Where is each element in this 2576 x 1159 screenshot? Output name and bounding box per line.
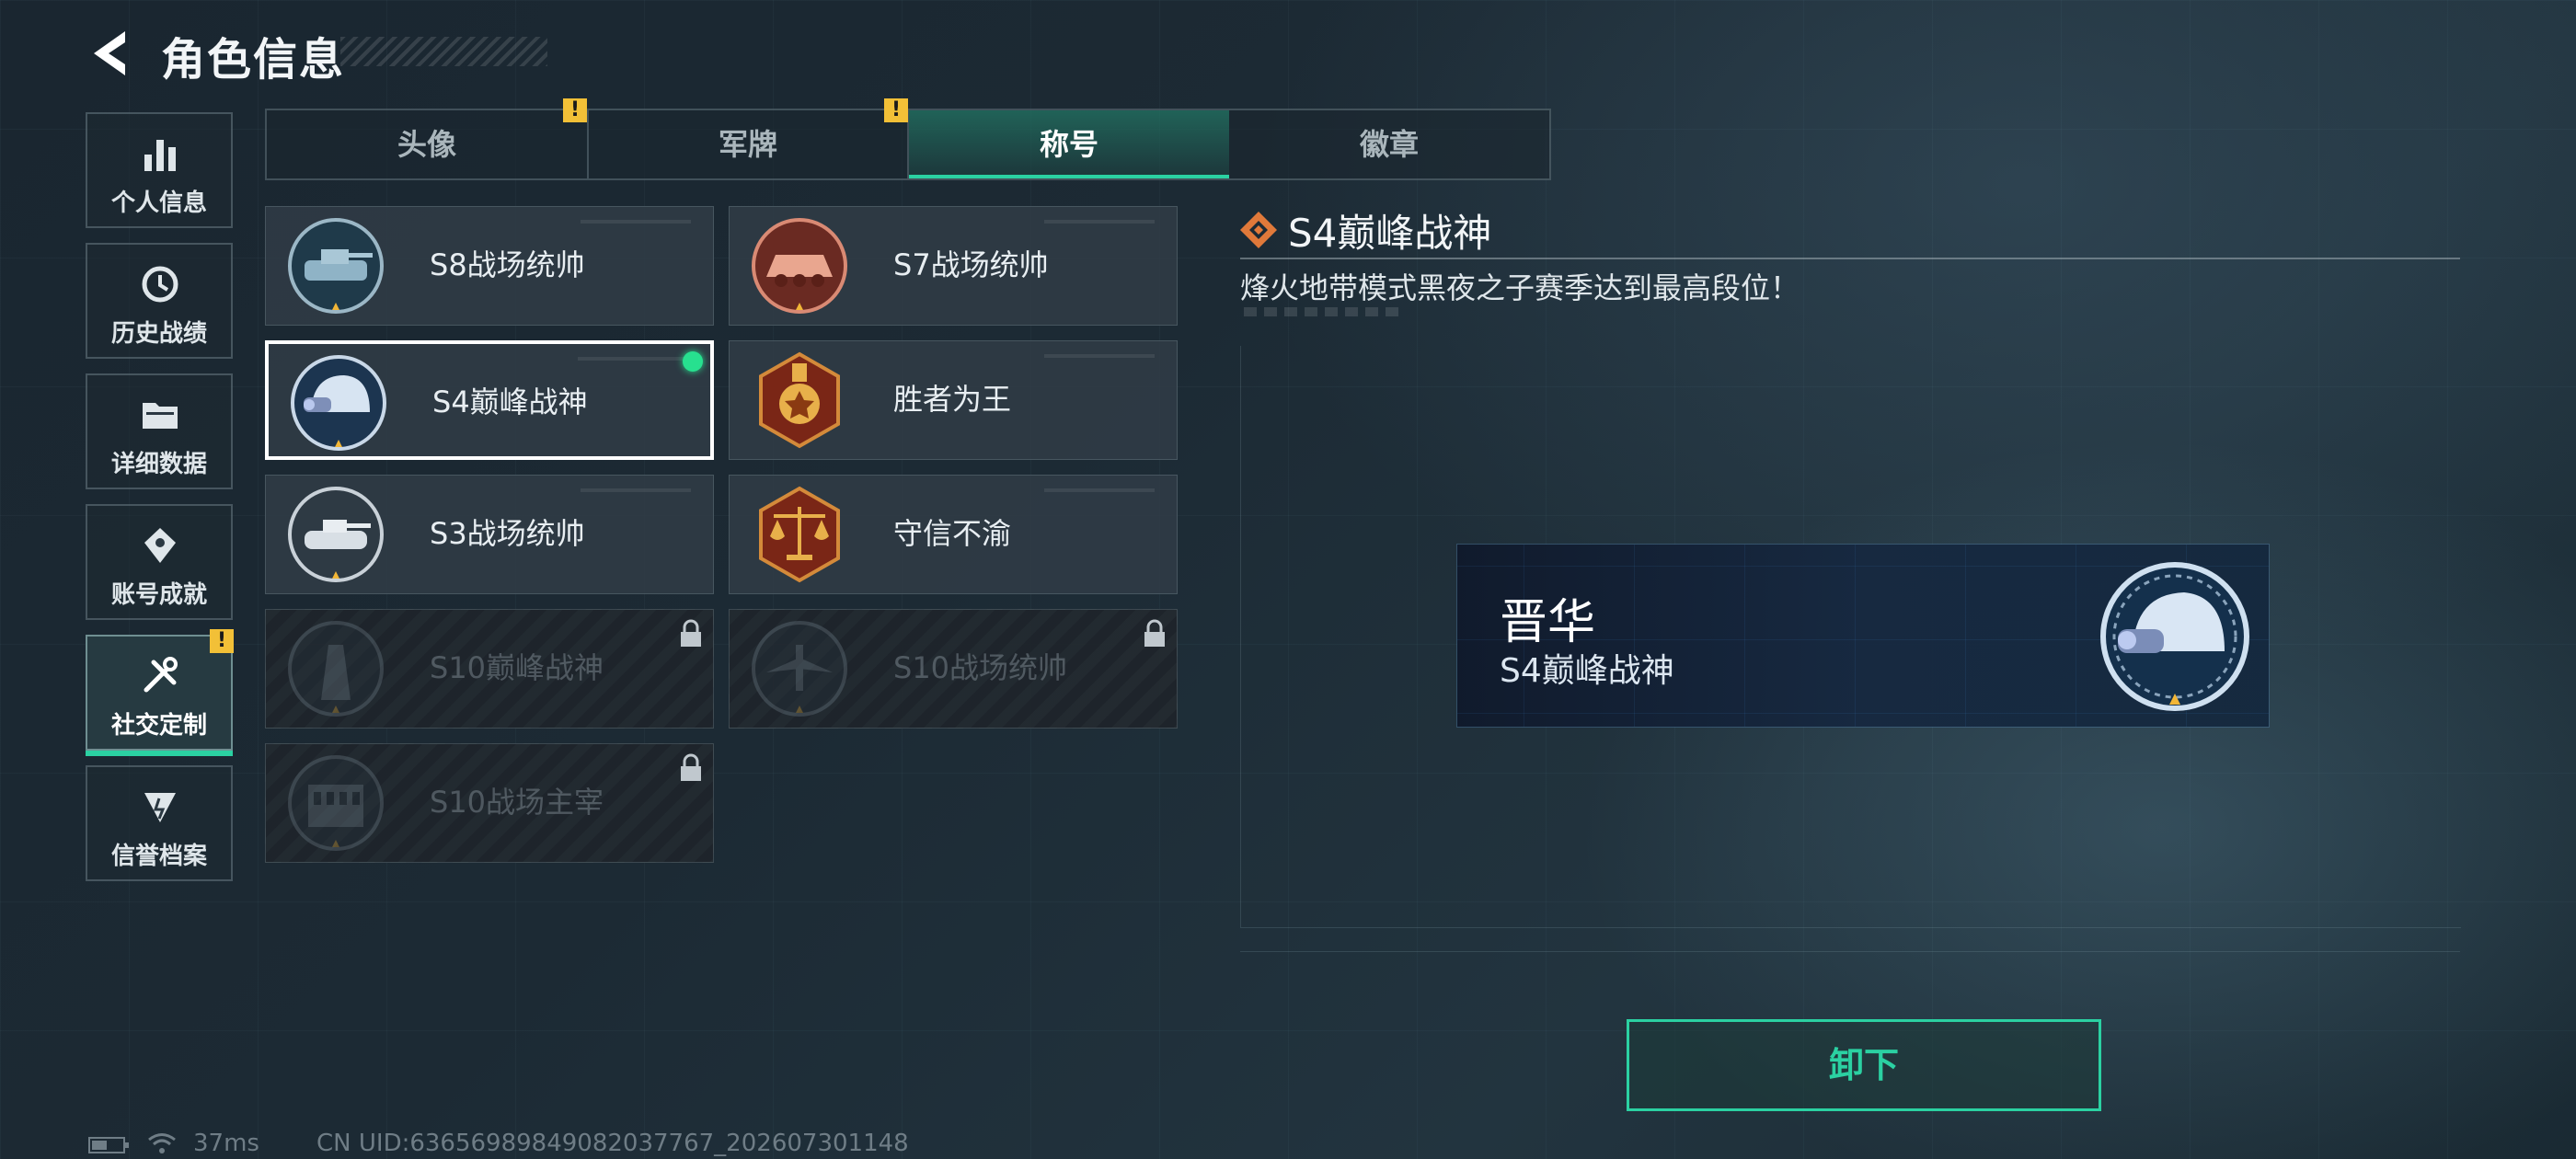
- divider: [1240, 951, 2460, 952]
- player-name: 晋华: [1500, 595, 1596, 650]
- unequip-button[interactable]: 卸下: [1627, 1019, 2101, 1111]
- tank-emblem-icon: [288, 487, 384, 582]
- back-arrow-icon[interactable]: [85, 26, 140, 81]
- title-card-s10-commander[interactable]: S10战场统帅: [729, 609, 1178, 729]
- helmet-emblem-icon: [2100, 562, 2249, 711]
- detail-description: 烽火地带模式黑夜之子赛季达到最高段位！: [1240, 270, 1800, 305]
- folder-icon: [143, 403, 178, 429]
- sidebar-item-label: 个人信息: [110, 189, 207, 217]
- credit-icon: [144, 793, 176, 822]
- title-name: S10巅峰战神: [430, 650, 604, 685]
- sidebar-item-label: 历史战绩: [110, 320, 207, 348]
- colosseum-emblem-icon: [288, 755, 384, 851]
- detail-decoration: [1244, 307, 1400, 316]
- tab-bar: 头像 军牌 称号 徽章: [265, 109, 1551, 180]
- apc-emblem-icon: [752, 218, 847, 314]
- sidebar-item-history[interactable]: 历史战绩: [86, 243, 233, 359]
- title-name: S10战场主宰: [430, 785, 604, 820]
- sidebar-item-profile[interactable]: 个人信息: [86, 112, 233, 228]
- helmet-emblem-icon: [291, 355, 386, 451]
- tank-emblem-icon: [288, 218, 384, 314]
- wifi-icon: [148, 1133, 176, 1153]
- tab-title[interactable]: 称号: [909, 110, 1229, 178]
- sidebar-item-label: 信誉档案: [110, 843, 207, 870]
- aircraft-emblem-icon: [752, 621, 847, 717]
- card-decoration: [578, 357, 688, 361]
- card-decoration: [1044, 488, 1155, 492]
- title-card-s3-commander[interactable]: S3战场统帅: [265, 475, 714, 594]
- alert-badge: !: [563, 98, 587, 122]
- title-card-s4-war-god[interactable]: S4巅峰战神: [265, 340, 714, 460]
- divider: [1240, 258, 2460, 259]
- title-card-s7-commander[interactable]: S7战场统帅: [729, 206, 1178, 326]
- title-card-s10-dominator[interactable]: S10战场主宰: [265, 743, 714, 863]
- medal-emblem-icon: [759, 351, 840, 449]
- sidebar-item-credit[interactable]: 信誉档案: [86, 765, 233, 881]
- lock-icon: [1144, 619, 1165, 647]
- title-name: S8战场统帅: [430, 247, 585, 282]
- sidebar-item-achievements[interactable]: 账号成就: [86, 504, 233, 620]
- alert-badge: !: [884, 98, 908, 122]
- card-decoration: [581, 220, 691, 224]
- sidebar-item-details[interactable]: 详细数据: [86, 373, 233, 489]
- title-card-s8-commander[interactable]: S8战场统帅: [265, 206, 714, 326]
- ping-readout: 37ms: [193, 1130, 259, 1157]
- tower-emblem-icon: [288, 621, 384, 717]
- card-decoration: [581, 488, 691, 492]
- title-name: 守信不渝: [893, 516, 1012, 551]
- battery-icon: [88, 1137, 129, 1153]
- equipped-indicator: [683, 351, 703, 372]
- page-title: 角色信息: [161, 34, 346, 86]
- title-card-winner[interactable]: 胜者为王: [729, 340, 1178, 460]
- equipped-title: S4巅峰战神: [1500, 652, 1674, 690]
- card-decoration: [1044, 354, 1155, 358]
- title-name: 胜者为王: [893, 382, 1012, 417]
- title-card-trustworthy[interactable]: 守信不渝: [729, 475, 1178, 594]
- scales-emblem-icon: [759, 486, 840, 583]
- title-name: S4巅峰战神: [432, 384, 588, 419]
- detail-title: S4巅峰战神: [1288, 211, 1492, 256]
- sidebar-item-label: 社交定制: [110, 712, 207, 740]
- nameplate-preview: 晋华 S4巅峰战神: [1457, 545, 2269, 727]
- card-decoration: [1044, 220, 1155, 224]
- alert-badge: !: [210, 629, 234, 653]
- uid-readout: CN UID:6365698984908203776​7_20260730114…: [316, 1130, 909, 1157]
- history-icon: [142, 266, 178, 303]
- title-name: S3战场统帅: [430, 516, 585, 551]
- tools-icon: [144, 657, 178, 693]
- sidebar-item-label: 详细数据: [110, 451, 207, 478]
- lock-icon: [681, 753, 701, 781]
- bar-chart-icon: [144, 140, 176, 171]
- tab-badge[interactable]: 徽章: [1229, 110, 1549, 178]
- lock-icon: [681, 619, 701, 647]
- diamond-title-icon: [1240, 212, 1277, 248]
- achievement-icon: [144, 528, 176, 563]
- title-decoration: [340, 37, 547, 66]
- tab-dog-tag[interactable]: 军牌: [589, 110, 909, 178]
- title-card-s10-war-god[interactable]: S10巅峰战神: [265, 609, 714, 729]
- title-name: S7战场统帅: [893, 247, 1049, 282]
- tab-avatar[interactable]: 头像: [267, 110, 589, 178]
- title-name: S10战场统帅: [893, 650, 1068, 685]
- sidebar-item-label: 账号成就: [110, 581, 207, 609]
